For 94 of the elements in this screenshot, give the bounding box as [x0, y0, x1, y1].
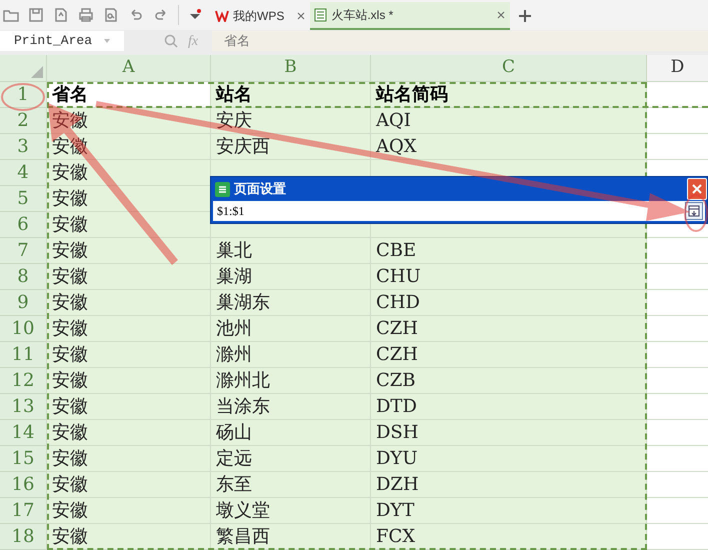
column-header[interactable]: D — [646, 55, 708, 81]
spreadsheet-icon — [314, 8, 328, 22]
table-cell: 安徽 — [46, 134, 210, 160]
row-header[interactable]: 17 — [0, 498, 46, 524]
close-icon[interactable] — [496, 10, 506, 20]
table-cell: DTD — [370, 394, 646, 420]
row-header[interactable]: 15 — [0, 446, 46, 472]
w-logo-icon — [215, 10, 229, 22]
table-cell: 安庆 — [210, 108, 370, 134]
table-cell: DYU — [370, 446, 646, 472]
table-cell: 安徽 — [46, 186, 210, 212]
table-cell: 安徽 — [46, 342, 210, 368]
formula-field[interactable]: 省名 — [212, 31, 708, 51]
table-cell: 滁州 — [210, 342, 370, 368]
add-tab-icon[interactable] — [518, 9, 532, 23]
table-cell: 东至 — [210, 472, 370, 498]
table-cell: 安徽 — [46, 394, 210, 420]
print-icon[interactable] — [78, 7, 94, 23]
table-cell: CZH — [370, 342, 646, 368]
select-all-icon[interactable] — [31, 66, 43, 78]
row-header[interactable]: 11 — [0, 342, 46, 368]
table-cell: 安徽 — [46, 264, 210, 290]
name-box[interactable]: Print_Area — [0, 31, 124, 51]
table-cell: 站名简码 — [370, 82, 646, 108]
row-header[interactable]: 8 — [0, 264, 46, 290]
row-header[interactable]: 5 — [0, 186, 46, 212]
table-cell: 砀山 — [210, 420, 370, 446]
table-cell: 巢北 — [210, 238, 370, 264]
caret-icon — [104, 39, 110, 43]
table-cell: 墩义堂 — [210, 498, 370, 524]
table-cell: 池州 — [210, 316, 370, 342]
table-cell: DSH — [370, 420, 646, 446]
table-cell: 安徽 — [46, 368, 210, 394]
close-icon[interactable] — [296, 11, 306, 21]
row-header[interactable]: 1 — [0, 82, 46, 108]
table-cell: AQI — [370, 108, 646, 134]
table-cell: FCX — [370, 524, 646, 550]
table-cell: 安庆西 — [210, 134, 370, 160]
table-cell: 安徽 — [46, 108, 210, 134]
collapse-icon — [688, 205, 700, 217]
row-header[interactable]: 2 — [0, 108, 46, 134]
row-header[interactable]: 13 — [0, 394, 46, 420]
table-cell: 安徽 — [46, 316, 210, 342]
table-cell: 巢湖 — [210, 264, 370, 290]
table-cell: 安徽 — [46, 420, 210, 446]
row-header[interactable]: 10 — [0, 316, 46, 342]
table-cell: DYT — [370, 498, 646, 524]
table-cell: CZB — [370, 368, 646, 394]
search-icon[interactable] — [164, 34, 178, 48]
export-icon[interactable] — [53, 7, 69, 23]
table-cell: 安徽 — [46, 446, 210, 472]
row-header[interactable]: 18 — [0, 524, 46, 550]
row-header[interactable]: 12 — [0, 368, 46, 394]
table-cell: 站名 — [210, 82, 370, 108]
close-icon — [692, 184, 702, 194]
collapse-button[interactable] — [685, 202, 703, 220]
fx-button[interactable]: fx — [188, 30, 198, 52]
row-header[interactable]: 9 — [0, 290, 46, 316]
row-header[interactable]: 6 — [0, 212, 46, 238]
s-logo-icon — [215, 182, 230, 196]
table-cell: 安徽 — [46, 472, 210, 498]
table-cell: AQX — [370, 134, 646, 160]
table-cell: CBE — [370, 238, 646, 264]
preview-icon[interactable] — [103, 7, 119, 23]
dropdown-icon[interactable] — [188, 8, 202, 22]
save-icon[interactable] — [28, 7, 44, 23]
table-cell: 安徽 — [46, 238, 210, 264]
table-cell: 定远 — [210, 446, 370, 472]
dialog-title: 页面设置 — [234, 180, 287, 198]
table-cell: 安徽 — [46, 160, 210, 186]
table-cell: CHD — [370, 290, 646, 316]
highlight-circle — [684, 194, 708, 232]
column-header[interactable]: B — [210, 55, 370, 81]
table-cell: 安徽 — [46, 212, 210, 238]
row-header[interactable]: 7 — [0, 238, 46, 264]
table-cell: 安徽 — [46, 290, 210, 316]
row-header[interactable]: 14 — [0, 420, 46, 446]
file-tab[interactable]: 我的WPS — [211, 2, 310, 30]
highlight-circle — [1, 83, 45, 111]
table-cell: 安徽 — [46, 498, 210, 524]
table-cell: DZH — [370, 472, 646, 498]
table-cell: CZH — [370, 316, 646, 342]
row-header[interactable]: 16 — [0, 472, 46, 498]
table-cell: 巢湖东 — [210, 290, 370, 316]
file-tab[interactable]: 火车站.xls * — [310, 2, 510, 30]
table-cell: 滁州北 — [210, 368, 370, 394]
table-cell: CHU — [370, 264, 646, 290]
table-cell: 当涂东 — [210, 394, 370, 420]
table-cell: 安徽 — [46, 524, 210, 550]
row-header[interactable]: 4 — [0, 160, 46, 186]
row-header[interactable]: 3 — [0, 134, 46, 160]
close-button[interactable] — [687, 178, 707, 200]
column-header[interactable]: A — [46, 55, 210, 81]
table-cell: 繁昌西 — [210, 524, 370, 550]
